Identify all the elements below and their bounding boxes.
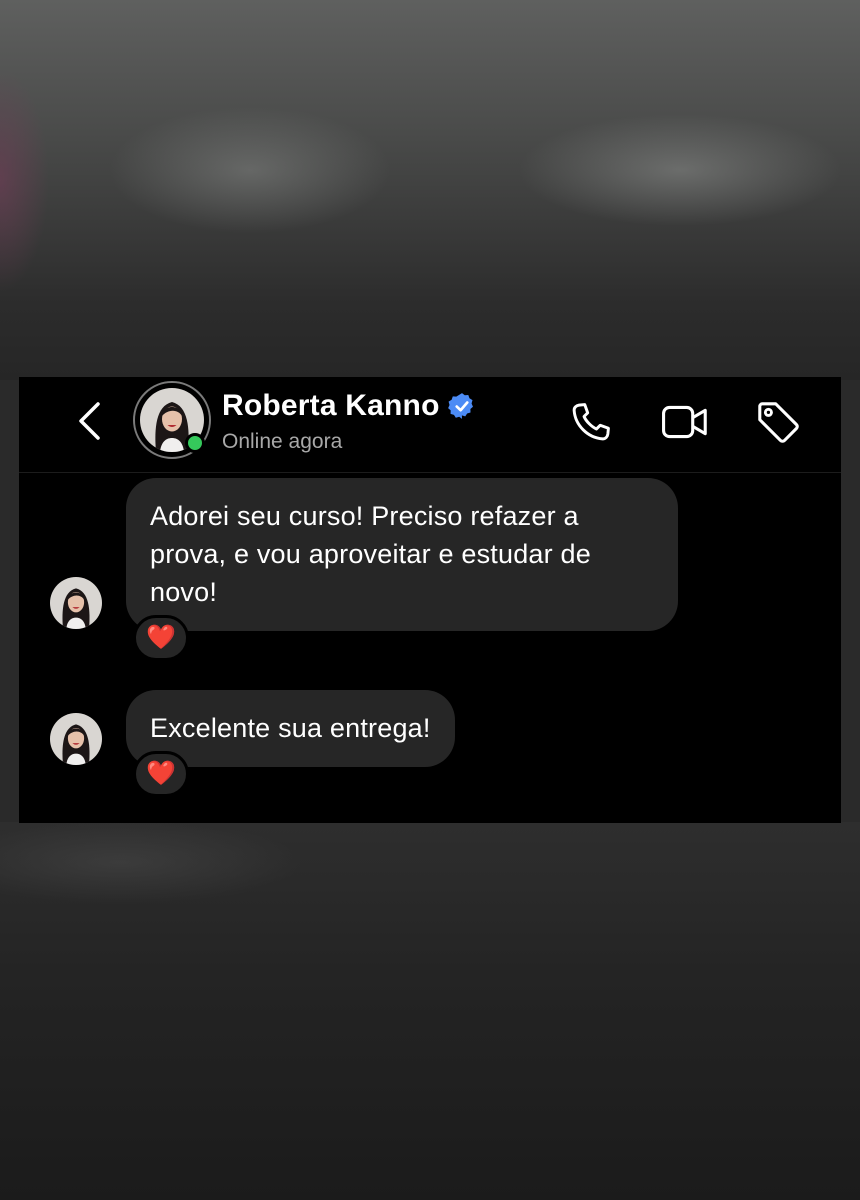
chat-header: Roberta Kanno Online agora — [19, 377, 841, 473]
message-line: Adorei seu curso! Preciso refazer a — [150, 501, 579, 531]
message-line: novo! — [150, 577, 218, 607]
call-button[interactable] — [566, 397, 616, 447]
sender-avatar[interactable] — [50, 577, 102, 629]
contact-status: Online agora — [222, 430, 343, 453]
phone-icon — [572, 403, 610, 441]
tag-button[interactable] — [753, 397, 803, 447]
message-line: prova, e vou aproveitar e estudar de — [150, 539, 591, 569]
sender-avatar[interactable] — [50, 713, 102, 765]
heart-icon: ❤️ — [146, 624, 176, 651]
message-line: Excelente sua entrega! — [150, 713, 431, 743]
video-camera-icon — [662, 405, 707, 439]
message-bubble[interactable]: Adorei seu curso! Preciso refazer a prov… — [126, 478, 678, 631]
back-button[interactable] — [69, 399, 109, 443]
avatar-photo — [50, 577, 102, 629]
backdrop-edge-right — [840, 380, 860, 822]
chevron-left-icon — [79, 402, 100, 440]
backdrop-edge-left — [0, 380, 20, 822]
heart-reaction[interactable]: ❤️ — [133, 751, 189, 797]
heart-reaction[interactable]: ❤️ — [133, 615, 189, 661]
chat-screen: Roberta Kanno Online agora Adorei seu cu… — [19, 377, 841, 823]
verified-badge-icon — [447, 393, 473, 419]
video-call-button[interactable] — [660, 397, 710, 447]
blurred-backdrop-bottom — [0, 822, 860, 1200]
online-status-dot — [185, 433, 205, 453]
contact-name[interactable]: Roberta Kanno — [222, 389, 440, 423]
avatar-photo — [50, 713, 102, 765]
blurred-backdrop-top — [0, 0, 860, 380]
heart-icon: ❤️ — [146, 760, 176, 787]
tag-icon — [758, 402, 799, 443]
